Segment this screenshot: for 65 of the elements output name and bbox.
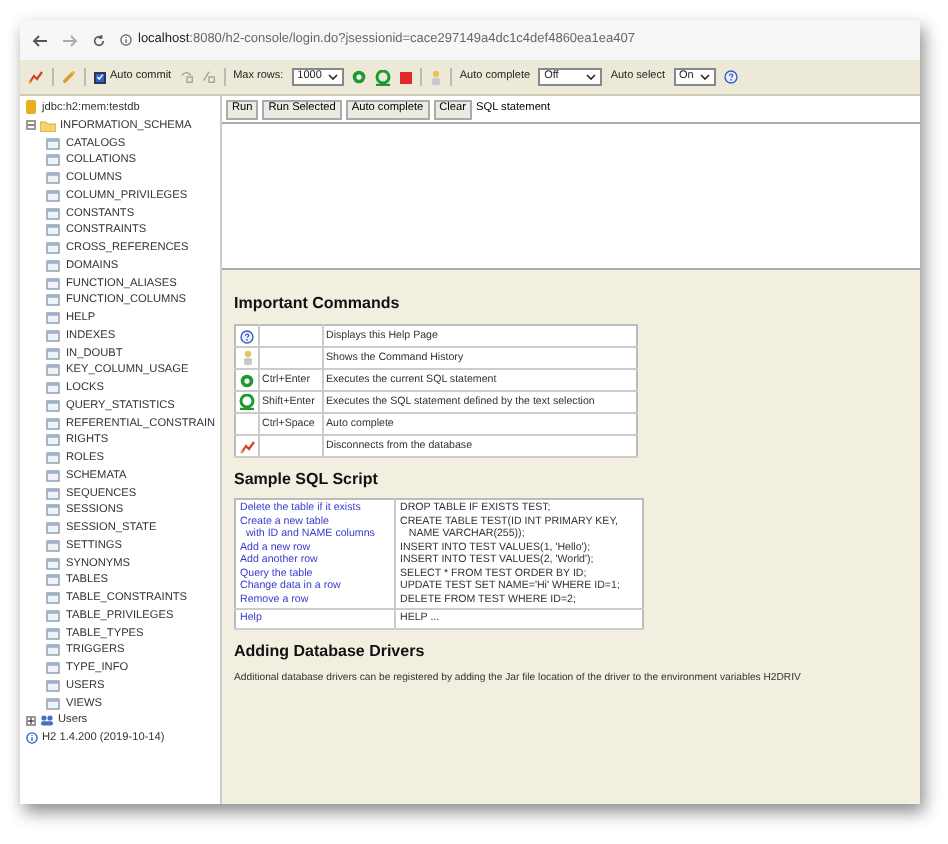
table-icon [46,364,60,377]
table-icon [46,207,60,219]
folder-icon [40,119,56,132]
table-icon [46,627,60,639]
table-icon [46,347,60,359]
person-icon [429,69,442,85]
magnifier-icon [238,394,256,410]
table-icon [46,417,60,429]
run-button[interactable] [351,70,366,84]
forward-icon[interactable] [62,33,78,47]
stop-icon[interactable] [399,71,412,83]
table-icon [46,224,60,237]
table-icon [46,242,60,254]
expand-toggle[interactable] [26,120,36,131]
reload-icon[interactable] [92,33,106,47]
table-icon [46,697,60,709]
disconnect-button[interactable] [28,70,44,84]
check-icon [96,72,104,82]
caret-icon [586,74,597,80]
table-icon [46,522,60,534]
info-icon [26,732,38,744]
table-icon [46,557,60,569]
help-icon [240,329,254,343]
table-icon [46,294,60,307]
expand-toggle[interactable] [26,715,36,726]
magnifier-icon [373,69,392,85]
database-icon [26,100,36,114]
disconnect-icon [28,70,44,84]
table-icon [46,609,60,622]
table-icon [46,504,60,517]
table-icon [46,259,60,272]
section-heading: Adding Database Drivers [234,641,427,659]
section-heading: Important Commands [234,294,402,312]
table-icon [46,189,60,202]
table-icon [46,469,60,482]
run-icon [351,70,366,84]
table-icon [46,399,60,412]
table-icon [46,172,60,184]
table-icon [46,277,60,289]
info-icon [120,34,132,46]
disconnect-icon [239,439,255,453]
table-icon [46,679,60,692]
section-heading: Sample SQL Script [234,470,380,488]
table-icon [46,539,60,552]
table-icon [46,487,60,499]
table-icon [46,592,60,604]
table-icon [46,329,60,342]
run-icon [240,373,254,387]
users-icon [40,714,54,727]
table-icon [46,452,60,464]
table-icon [46,382,60,394]
back-icon[interactable] [32,33,48,47]
table-icon [46,137,60,149]
table-icon [46,434,60,447]
table-icon [46,574,60,587]
table-icon [46,312,60,324]
help-icon [723,70,738,84]
help-button[interactable] [723,70,738,84]
table-icon [46,662,60,674]
run-selected-button[interactable] [373,69,392,85]
table-icon [46,644,60,657]
caret-icon [699,74,710,80]
caret-icon [327,74,338,80]
sql-editor[interactable] [222,122,920,270]
table-icon [46,154,60,167]
